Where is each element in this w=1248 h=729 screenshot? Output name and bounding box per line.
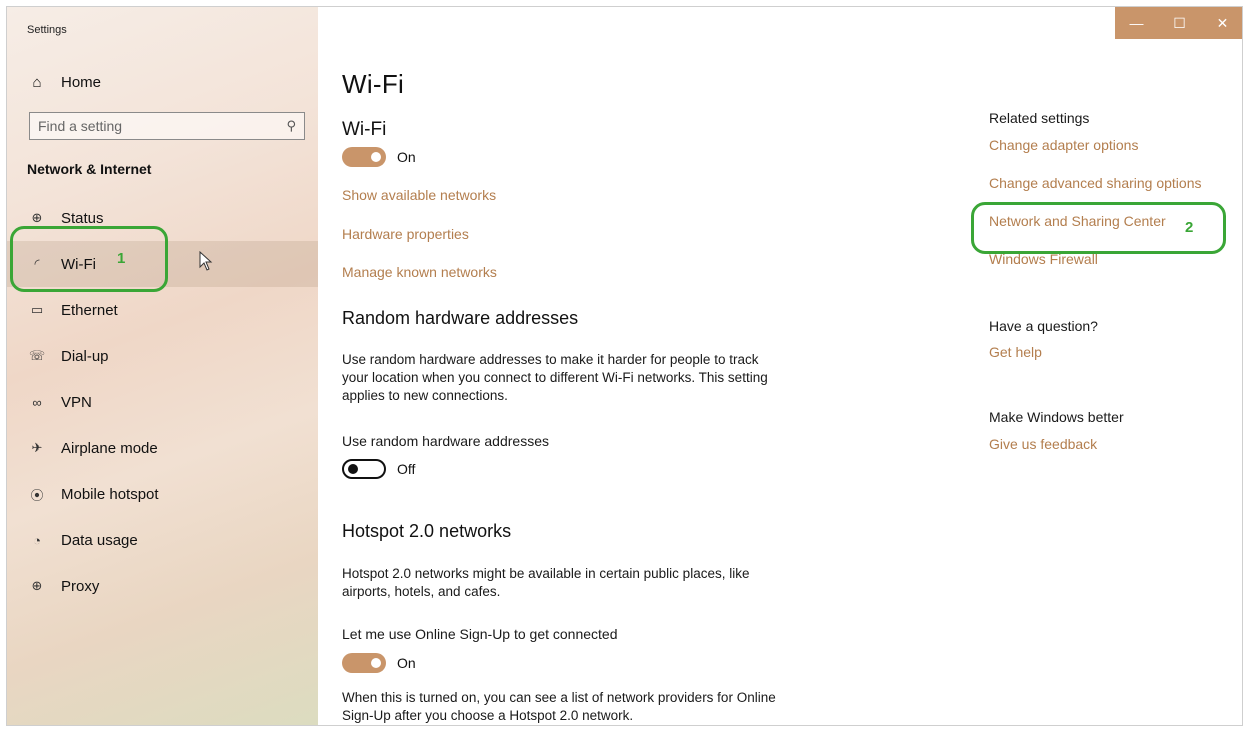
signup-description: When this is turned on, you can see a li… <box>342 690 776 723</box>
nav-home[interactable]: ⌂ Home <box>27 70 101 94</box>
settings-window: Settings ⌂ Home Find a setting ⚲ Network… <box>6 6 1243 726</box>
wifi-toggle-row: On <box>342 147 416 167</box>
sidebar-item-label: Mobile hotspot <box>61 485 159 503</box>
sidebar-item-label: Data usage <box>61 531 138 549</box>
show-available-networks-link[interactable]: Show available networks <box>342 187 496 203</box>
sidebar-item-airplane-mode[interactable]: ✈ Airplane mode <box>7 425 318 471</box>
search-placeholder: Find a setting <box>38 118 123 134</box>
sidebar-item-label: Ethernet <box>61 301 118 319</box>
search-icon: ⚲ <box>286 118 296 133</box>
sidebar-item-proxy[interactable]: ⊕ Proxy <box>7 563 318 609</box>
sidebar: Settings ⌂ Home Find a setting ⚲ Network… <box>7 7 318 725</box>
random-hardware-label: Use random hardware addresses <box>342 433 549 449</box>
random-hardware-description: Use random hardware addresses to make it… <box>342 352 768 403</box>
random-toggle-row: Off <box>342 459 415 479</box>
give-feedback-link[interactable]: Give us feedback <box>989 436 1097 452</box>
get-help-link[interactable]: Get help <box>989 344 1042 360</box>
signup-label: Let me use Online Sign-Up to get connect… <box>342 626 618 642</box>
nav-home-label: Home <box>61 73 102 91</box>
wifi-toggle[interactable] <box>342 147 386 167</box>
ethernet-icon: ▭ <box>30 302 44 317</box>
page-title: Wi-Fi <box>342 69 405 99</box>
related-settings-heading: Related settings <box>989 110 1090 126</box>
mouse-cursor-icon <box>199 251 213 271</box>
window-controls: — ☐ ✕ <box>1115 7 1242 39</box>
sidebar-item-vpn[interactable]: ∞ VPN <box>7 379 318 425</box>
signup-toggle-row: On <box>342 653 416 673</box>
sidebar-item-dialup[interactable]: ☏ Dial-up <box>7 333 318 379</box>
close-button[interactable]: ✕ <box>1201 7 1242 39</box>
sidebar-item-label: Status <box>61 209 104 227</box>
random-toggle-label: Off <box>397 461 416 477</box>
data-usage-icon: ◔ <box>33 532 41 548</box>
change-advanced-sharing-link[interactable]: Change advanced sharing options <box>989 175 1202 191</box>
section-heading: Network & Internet <box>27 161 152 177</box>
home-icon: ⌂ <box>32 73 42 91</box>
signup-toggle[interactable] <box>342 653 386 673</box>
main-content: — ☐ ✕ Wi-Fi Wi-Fi On Show available netw… <box>318 7 1242 725</box>
question-heading: Have a question? <box>989 318 1098 334</box>
annotation-box-1 <box>10 226 168 292</box>
vpn-icon: ∞ <box>32 394 42 410</box>
random-hardware-toggle[interactable] <box>342 459 386 479</box>
sidebar-item-mobile-hotspot[interactable]: ⦿ Mobile hotspot <box>7 471 318 517</box>
hardware-properties-link[interactable]: Hardware properties <box>342 226 469 242</box>
globe-icon: ⊕ <box>31 210 43 225</box>
hotspot-description: Hotspot 2.0 networks might be available … <box>342 566 750 599</box>
signup-toggle-label: On <box>397 655 416 671</box>
sidebar-item-label: VPN <box>61 393 92 411</box>
manage-known-networks-link[interactable]: Manage known networks <box>342 264 497 280</box>
sidebar-item-ethernet[interactable]: ▭ Ethernet <box>7 287 318 333</box>
make-windows-better-heading: Make Windows better <box>989 409 1124 425</box>
search-input[interactable]: Find a setting ⚲ <box>29 112 305 140</box>
sidebar-item-label: Airplane mode <box>61 439 158 457</box>
minimize-button[interactable]: — <box>1115 7 1158 39</box>
hotspot-icon: ⦿ <box>30 487 44 503</box>
dialup-icon: ☏ <box>28 348 46 363</box>
wifi-toggle-label: On <box>397 149 416 165</box>
proxy-icon: ⊕ <box>31 578 43 593</box>
hotspot-heading: Hotspot 2.0 networks <box>342 521 512 541</box>
annotation-box-2 <box>971 202 1226 254</box>
sidebar-item-data-usage[interactable]: ◔ Data usage <box>7 517 318 563</box>
sidebar-item-label: Proxy <box>61 577 100 595</box>
sidebar-item-label: Dial-up <box>61 347 109 365</box>
maximize-button[interactable]: ☐ <box>1158 7 1201 39</box>
wifi-heading: Wi-Fi <box>342 119 387 140</box>
app-title: Settings <box>27 24 67 36</box>
airplane-icon: ✈ <box>31 440 43 455</box>
random-hardware-heading: Random hardware addresses <box>342 308 579 328</box>
change-adapter-options-link[interactable]: Change adapter options <box>989 137 1138 153</box>
